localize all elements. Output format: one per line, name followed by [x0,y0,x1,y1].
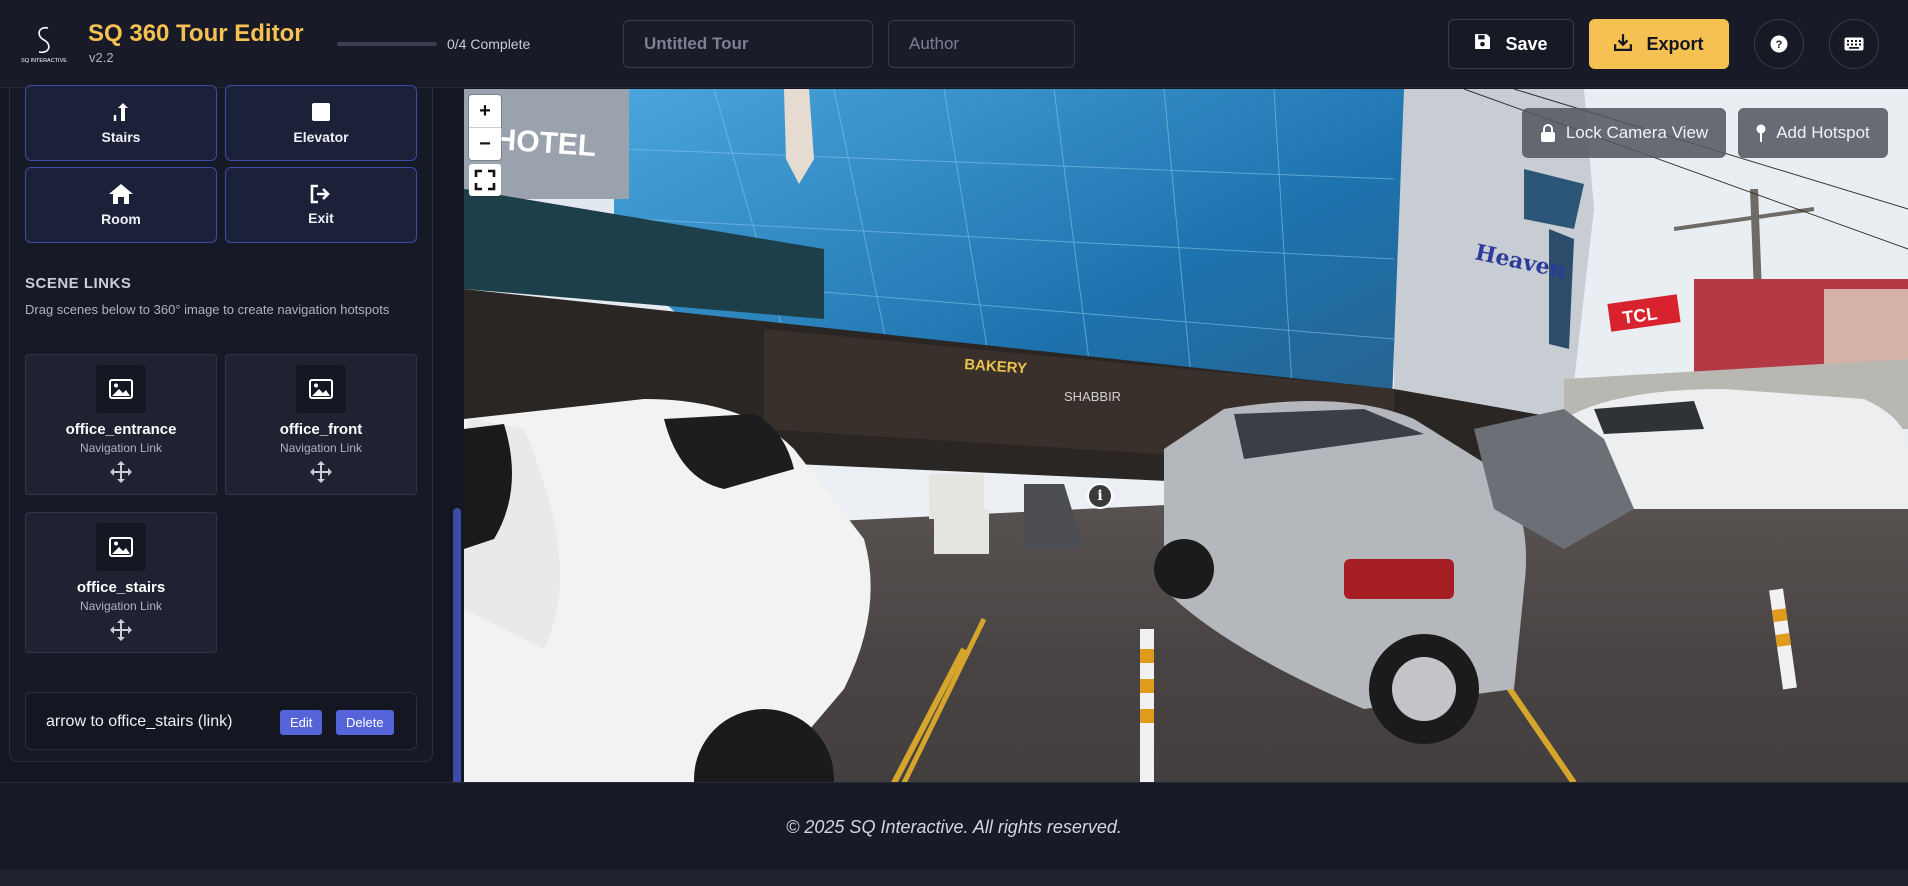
fullscreen-button[interactable] [469,164,501,196]
hotspot-type-room[interactable]: Room [25,167,217,243]
hotspot-type-label: Exit [308,210,334,226]
scene-name: office_front [279,421,363,438]
panorama-viewer[interactable]: HOTEL BAKERY SHABBIR Heaven TCL + − i Lo… [464,89,1908,783]
scene-card-office-front[interactable]: office_front Navigation Link [225,354,417,495]
progress-text: 0/4 Complete [447,36,531,52]
lock-icon [1540,124,1555,142]
keyboard-icon [1844,37,1864,51]
footer: © 2025 SQ Interactive. All rights reserv… [0,782,1908,870]
scene-thumbnail [96,365,146,413]
copyright-text: © 2025 SQ Interactive. All rights reserv… [786,817,1122,837]
app-title: SQ 360 Tour Editor [88,20,304,47]
logo-text: SQ INTERACTIVE [21,58,67,64]
hotspot-type-stairs[interactable]: Stairs [25,85,217,161]
info-hotspot[interactable]: i [1087,483,1113,509]
hotspot-type-label: Room [101,211,141,227]
hotspot-type-label: Elevator [293,129,349,145]
sq-logo: SQ INTERACTIVE [20,22,68,64]
zoom-control: + − [469,95,501,160]
zoom-out-button[interactable]: − [469,128,501,160]
scene-name: office_entrance [65,421,177,438]
add-hotspot-button[interactable]: Add Hotspot [1738,108,1888,158]
header: SQ INTERACTIVE SQ 360 Tour Editor v2.2 0… [0,0,1908,88]
hotspot-list-item: arrow to office_stairs (link) Edit Delet… [25,692,417,750]
zoom-in-button[interactable]: + [469,95,501,127]
move-icon [309,460,333,489]
image-icon [309,379,333,399]
scene-links-title: SCENE LINKS [25,275,132,292]
move-icon [109,618,133,647]
hotspot-type-label: Stairs [101,129,141,145]
scene-type: Navigation Link [79,599,163,613]
download-icon [1614,33,1633,56]
save-icon [1474,33,1491,55]
export-button[interactable]: Export [1589,19,1729,69]
stairs-icon [113,103,128,121]
export-label: Export [1646,33,1704,54]
fullscreen-icon [474,169,496,191]
os-taskbar [0,870,1908,886]
pin-icon [1756,124,1766,142]
lock-camera-label: Lock Camera View [1565,123,1709,142]
sidebar-scrollbar[interactable] [453,508,461,804]
tour-title-input[interactable] [623,20,873,68]
image-icon [109,537,133,557]
author-input[interactable] [888,20,1075,68]
scene-name: office_stairs [76,579,166,596]
progress-bar [337,42,437,46]
lock-camera-button[interactable]: Lock Camera View [1522,108,1726,158]
save-label: Save [1505,33,1548,54]
delete-hotspot-button[interactable]: Delete [336,710,394,735]
move-icon [109,460,133,489]
scene-card-office-stairs[interactable]: office_stairs Navigation Link [25,512,217,653]
scene-links-description: Drag scenes below to 360° image to creat… [25,302,390,317]
svg-text:?: ? [1776,39,1783,51]
save-button[interactable]: Save [1448,19,1574,69]
hotspot-type-exit[interactable]: Exit [225,167,417,243]
hotspot-type-elevator[interactable]: Elevator [225,85,417,161]
scene-type: Navigation Link [279,441,363,455]
add-hotspot-label: Add Hotspot [1776,123,1870,142]
panorama-image: HOTEL BAKERY SHABBIR Heaven TCL [464,89,1908,783]
scene-type: Navigation Link [79,441,163,455]
edit-hotspot-button[interactable]: Edit [280,710,323,735]
question-icon: ? [1770,35,1788,53]
help-button[interactable]: ? [1754,19,1804,69]
shabbir-sign-text: SHABBIR [1064,389,1121,404]
keyboard-shortcuts-button[interactable] [1829,19,1879,69]
elevator-icon [312,103,330,121]
scene-thumbnail [96,523,146,571]
sidebar: Stairs Elevator Room Exit SCENE LINKS Dr… [0,85,465,804]
hotspot-label: arrow to office_stairs (link) [46,713,233,730]
app-root: SQ INTERACTIVE SQ 360 Tour Editor v2.2 0… [0,0,1908,886]
scene-card-office-entrance[interactable]: office_entrance Navigation Link [25,354,217,495]
home-icon [109,184,133,204]
scene-thumbnail [296,365,346,413]
image-icon [109,379,133,399]
app-version: v2.2 [89,50,114,65]
exit-icon [310,184,330,204]
